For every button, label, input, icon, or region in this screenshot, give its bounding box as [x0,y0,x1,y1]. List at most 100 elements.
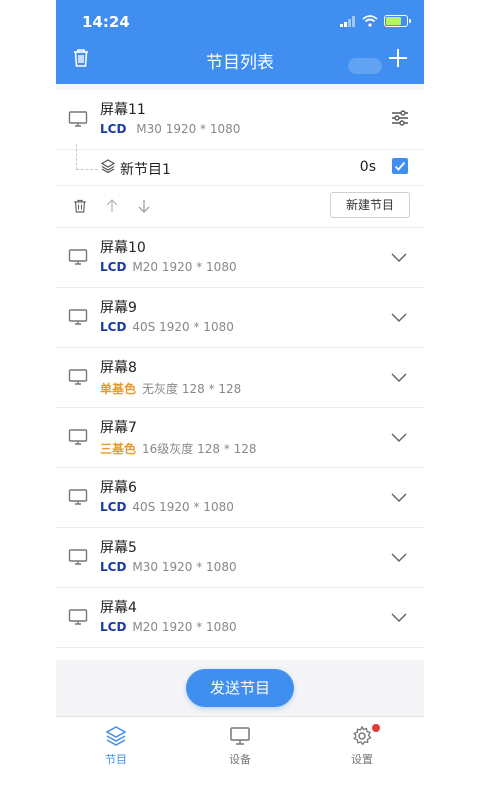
screen-name: 屏幕5 [100,540,137,556]
wifi-icon [362,15,378,27]
monitor-icon [68,609,88,625]
delete-program-icon[interactable] [72,198,88,214]
status-bar: 14:24 [56,12,424,32]
screen-meta: LCD 40S 1920 * 1080 [100,500,234,514]
screen-row[interactable]: 屏幕11 LCD M30 1920 * 1080 [56,90,424,149]
screen-card: 屏幕5 LCD M30 1920 * 1080 [56,528,424,588]
chevron-down-icon[interactable] [390,370,408,384]
screen-resolution: 1920 * 1080 [161,560,237,574]
screen-row[interactable]: 屏幕7 三基色 16级灰度 128 * 128 [56,408,424,467]
tab-label: 设备 [229,753,251,766]
screen-model: 40S [132,500,156,514]
chevron-down-icon[interactable] [390,310,408,324]
monitor-icon [68,489,88,505]
screen-meta: LCD M30 1920 * 1080 [100,560,237,574]
screen-card: 屏幕4 LCD M20 1920 * 1080 [56,588,424,648]
chevron-down-icon[interactable] [390,250,408,264]
screen-row[interactable]: 屏幕4 LCD M20 1920 * 1080 [56,588,424,647]
monitor-icon [230,727,250,745]
cloud-decoration [348,58,382,74]
signal-icon [340,15,355,27]
screen-name: 屏幕4 [100,600,137,616]
screen-type-tag: LCD [100,560,127,574]
tab-settings[interactable]: 设置 [322,724,402,767]
chevron-down-icon[interactable] [390,430,408,444]
monitor-icon [68,111,88,127]
screen-row[interactable]: 屏幕9 LCD 40S 1920 * 1080 [56,288,424,347]
screen-type-tag: LCD [100,122,127,136]
tab-label: 节目 [105,753,127,766]
chevron-down-icon[interactable] [390,550,408,564]
tab-programs[interactable]: 节目 [76,725,156,767]
chevron-down-icon[interactable] [390,490,408,504]
screen-meta: LCD M30 1920 * 1080 [100,122,240,136]
screen-type-tag: LCD [100,320,127,334]
screen-type-tag: 单基色 [100,382,137,396]
screen-card-expanded: 屏幕11 LCD M30 1920 * 1080 新节目1 0s 新建节目 [56,90,424,228]
monitor-icon [68,249,88,265]
screen-resolution: 128 * 128 [181,382,242,396]
screen-resolution: 1920 * 1080 [159,320,234,334]
monitor-icon [68,429,88,445]
tree-connector [76,144,98,170]
screen-card: 屏幕9 LCD 40S 1920 * 1080 [56,288,424,348]
screen-name: 屏幕3 [100,657,137,660]
screen-resolution: 1920 * 1080 [161,620,237,634]
add-icon[interactable] [386,46,410,70]
screen-type-tag: LCD [100,260,127,274]
tab-devices[interactable]: 设备 [200,725,280,767]
screen-row[interactable]: 屏幕8 单基色 无灰度 128 * 128 [56,348,424,407]
header: 14:24 节目列表 [56,0,424,84]
status-time: 14:24 [82,13,130,31]
screen-row[interactable]: 屏幕6 LCD 40S 1920 * 1080 [56,468,424,527]
tab-label: 设置 [351,753,373,766]
new-program-button[interactable]: 新建节目 [330,192,410,218]
settings-sliders-icon[interactable] [390,108,410,128]
layers-icon [105,726,127,746]
screen-meta: 单基色 无灰度 128 * 128 [100,380,241,397]
screen-name: 屏幕9 [100,300,137,316]
screen-card: 屏幕6 LCD 40S 1920 * 1080 [56,468,424,528]
screen-name: 屏幕8 [100,360,137,376]
send-program-button[interactable]: 发送节目 [186,669,294,707]
program-row[interactable]: 新节目1 0s [56,144,424,185]
screen-card: 屏幕8 单基色 无灰度 128 * 128 [56,348,424,408]
screen-meta: LCD M20 1920 * 1080 [100,260,237,274]
screen-meta: LCD M20 1920 * 1080 [100,620,237,634]
program-actions: 新建节目 [56,185,424,227]
screen-meta: 三基色 16级灰度 128 * 128 [100,440,257,457]
program-duration: 0s [359,159,376,175]
screen-resolution: 128 * 128 [197,442,257,456]
screen-model: M20 [132,260,159,274]
screen-row[interactable]: 屏幕3 [56,648,424,660]
screen-type-tag: LCD [100,620,127,634]
title-bar: 节目列表 [56,44,424,74]
screen-model: 40S [132,320,156,334]
monitor-icon [68,309,88,325]
screen-model: M30 [136,122,162,136]
screen-resolution: 1920 * 1080 [165,122,241,136]
check-icon [394,161,406,171]
screen-resolution: 1920 * 1080 [159,500,234,514]
monitor-icon [68,549,88,565]
battery-icon [384,15,411,27]
screen-name: 屏幕10 [100,240,146,256]
screen-list: 屏幕11 LCD M30 1920 * 1080 新节目1 0s 新建节目 屏幕… [56,90,424,660]
screen-name: 屏幕7 [100,420,137,436]
screen-meta: LCD 40S 1920 * 1080 [100,320,234,334]
screen-card: 屏幕10 LCD M20 1920 * 1080 [56,228,424,288]
screen-name: 屏幕6 [100,480,137,496]
move-down-icon[interactable] [136,198,152,214]
program-name: 新节目1 [120,162,171,178]
screen-row[interactable]: 屏幕10 LCD M20 1920 * 1080 [56,228,424,287]
layers-icon [100,159,116,174]
screen-model: M30 [132,560,159,574]
screen-row[interactable]: 屏幕5 LCD M30 1920 * 1080 [56,528,424,587]
chevron-down-icon[interactable] [390,610,408,624]
move-up-icon[interactable] [104,198,120,214]
screen-card: 屏幕7 三基色 16级灰度 128 * 128 [56,408,424,468]
screen-model: M20 [132,620,159,634]
program-checkbox[interactable] [392,158,408,174]
screen-resolution: 1920 * 1080 [161,260,237,274]
tab-bar: 节目 设备 设置 [56,716,424,800]
